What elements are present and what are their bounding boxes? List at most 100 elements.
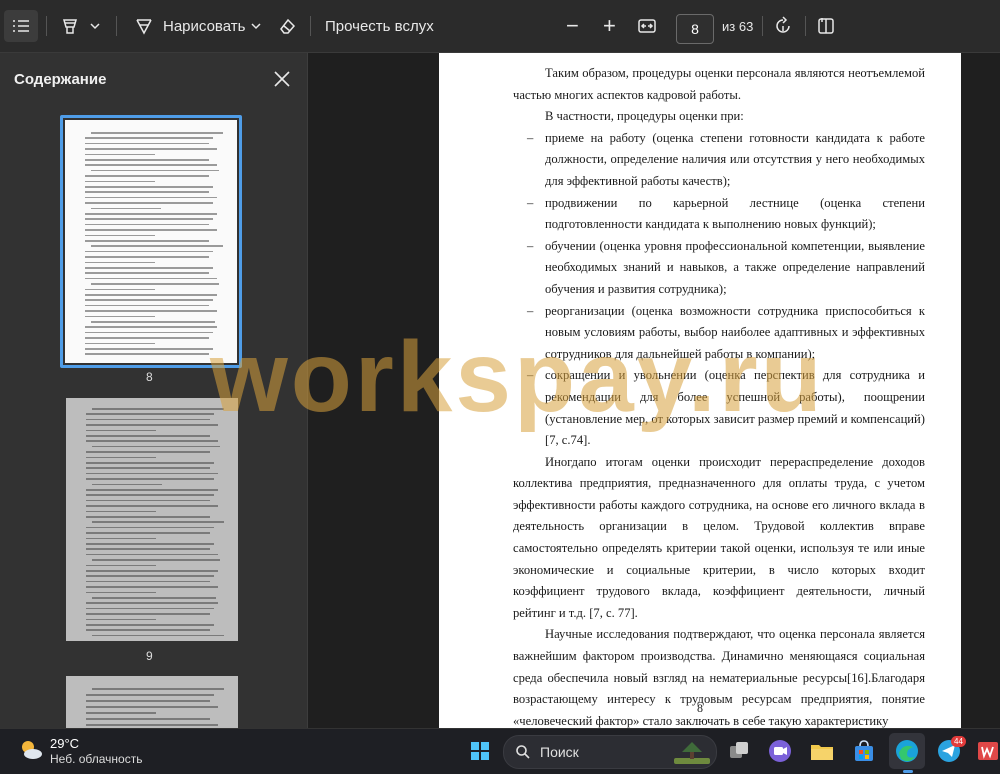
thumbnail-text-line (85, 142, 209, 145)
task-view-icon[interactable] (725, 737, 753, 765)
thumbnail-text-line (92, 688, 224, 690)
thumbnail-page-10[interactable] (66, 676, 238, 728)
toolbar-separator (116, 16, 117, 36)
page-total: из 63 (722, 10, 753, 42)
thumbnail-text-line (85, 240, 209, 242)
document-viewer[interactable]: Таким образом, процедуры оценки персонал… (308, 53, 1000, 728)
thumbnail-text-line (91, 245, 223, 247)
zoom-in-button[interactable]: + (603, 10, 616, 42)
paragraph: В частности, процедуры оценки при: (545, 109, 744, 124)
list-item: приеме на работу (оценка степени готовно… (513, 128, 925, 193)
file-explorer-icon[interactable] (808, 737, 836, 765)
thumbnail-image (65, 120, 237, 363)
thumbnail-text-line (86, 435, 210, 437)
thumbnail-text-line (91, 132, 223, 134)
thumbnail-text-line (86, 413, 214, 415)
thumbnail-text-line (85, 186, 213, 188)
store-icon[interactable] (850, 737, 878, 765)
eraser-icon (280, 18, 296, 34)
thumbnail-text-line (92, 634, 224, 637)
thumbnail-image (66, 676, 238, 728)
document-page: Таким образом, процедуры оценки персонал… (439, 53, 961, 728)
edge-browser-icon[interactable] (893, 737, 921, 765)
video-meet-icon[interactable] (766, 737, 794, 765)
thumbnail-text-line (91, 283, 219, 285)
plus-icon: + (603, 13, 616, 38)
thumbnail-text-line (85, 191, 209, 193)
draw-options-dropdown[interactable] (251, 10, 261, 42)
erase-button[interactable] (277, 10, 297, 42)
list-item: реорганизации (оценка возможности сотруд… (513, 301, 925, 366)
thumbnail-text-line (85, 326, 217, 328)
thumbnail-text-line (86, 570, 218, 572)
thumbnail-text-line (85, 229, 217, 231)
rotate-button[interactable] (773, 10, 793, 42)
toolbar-separator (310, 16, 311, 36)
thumbnail-text-line (85, 137, 213, 139)
thumbnail-text-line (86, 505, 218, 507)
thumbnail-page-8[interactable] (60, 115, 242, 368)
two-page-view-button[interactable] (816, 10, 836, 42)
thumbnail-text-line (86, 607, 214, 610)
list-icon (13, 20, 29, 32)
thumbnail-text-line (91, 169, 219, 172)
word-icon[interactable] (974, 737, 1000, 765)
search-icon (516, 745, 530, 759)
page-content: Таким образом, процедуры оценки персонал… (513, 63, 925, 728)
thumbnail-text-line (86, 478, 214, 480)
thumbnail-image (66, 398, 238, 641)
thumbnail-text-line (91, 321, 215, 323)
thumbnail-text-line (85, 304, 209, 307)
thumbnail-text-line (85, 196, 217, 199)
thumbnail-text-line (86, 424, 218, 426)
highlighter-icon (63, 19, 77, 34)
thumbnail-text-line (85, 267, 213, 269)
thumbnail-page-9[interactable] (66, 398, 238, 641)
contents-toggle-button[interactable] (4, 10, 38, 42)
thumbnail-text-line (86, 537, 156, 540)
thumbnail-text-line (86, 494, 214, 496)
thumbnail-text-line (86, 526, 214, 529)
toolbar-separator (762, 16, 763, 36)
thumbnail-text-line (86, 451, 210, 453)
close-icon[interactable] (272, 69, 292, 89)
taskbar: 29°C Неб. облачность Поиск 44 (0, 728, 1000, 774)
highlight-button[interactable] (60, 10, 80, 42)
thumbnail-text-line (85, 337, 209, 339)
draw-button[interactable]: Нарисовать (134, 10, 245, 42)
fit-width-button[interactable] (637, 10, 657, 42)
weather-condition[interactable]: Неб. облачность (50, 752, 142, 766)
thumbnail-text-line (86, 553, 218, 556)
thumbnail-text-line (85, 159, 209, 161)
notification-badge: 44 (951, 736, 966, 747)
thumbnail-page-number: 8 (146, 370, 153, 384)
thumbnail-text-line (86, 489, 218, 491)
weather-temperature[interactable]: 29°C (50, 736, 79, 751)
page-number-input[interactable]: 8 (676, 14, 714, 44)
thumbnail-text-line (86, 724, 218, 726)
read-aloud-button[interactable]: Прочесть вслух (325, 10, 434, 42)
chevron-down-icon (251, 23, 261, 30)
contents-title: Содержание (14, 71, 107, 88)
thumbnail-text-line (85, 348, 213, 350)
thumbnail-text-line (86, 624, 214, 626)
toolbar-separator (805, 16, 806, 36)
thumbnail-text-line (85, 234, 155, 237)
draw-label: Нарисовать (163, 17, 246, 35)
taskbar-search[interactable]: Поиск (503, 735, 717, 769)
thumbnail-text-line (85, 342, 155, 345)
thumbnail-text-line (85, 272, 209, 274)
thumbnail-text-line (85, 299, 213, 301)
thumbnail-text-line (86, 591, 156, 594)
windows-start-icon[interactable] (466, 737, 494, 765)
thumbnail-text-line (91, 207, 161, 210)
weather-icon[interactable] (18, 737, 44, 763)
highlight-options-dropdown[interactable] (90, 10, 100, 42)
thumbnail-text-line (85, 213, 217, 215)
zoom-out-button[interactable]: − (566, 10, 579, 42)
thumbnail-text-line (86, 602, 218, 604)
thumbnail-text-line (86, 629, 210, 631)
thumbnail-text-line (86, 712, 156, 714)
thumbnail-text-line (85, 218, 213, 220)
thumbnail-text-line (86, 532, 210, 534)
